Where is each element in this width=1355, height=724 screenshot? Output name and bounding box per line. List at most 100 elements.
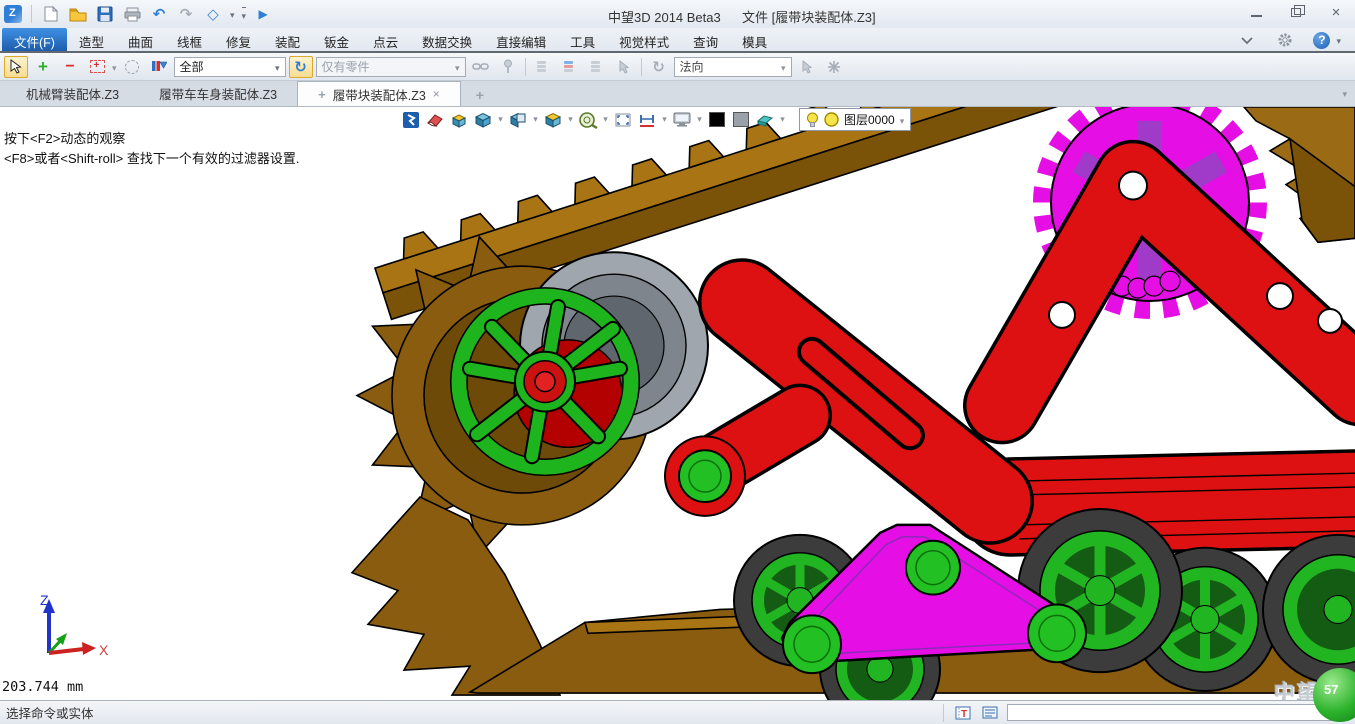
pick-box-caret-icon[interactable] bbox=[112, 60, 117, 74]
save-icon[interactable] bbox=[95, 4, 115, 24]
menu-direct-edit[interactable]: 直接编辑 bbox=[484, 28, 558, 51]
gray-swatch[interactable] bbox=[730, 109, 752, 131]
overlay-badge-value: 57 bbox=[1324, 682, 1338, 697]
view-manager-icon[interactable] bbox=[400, 109, 422, 131]
restore-button[interactable] bbox=[1283, 3, 1309, 21]
layer-caret-icon[interactable] bbox=[900, 113, 905, 127]
undo-icon[interactable] bbox=[149, 4, 169, 24]
measurement-readout: 203.744 mm bbox=[2, 679, 83, 695]
part-filter-icon[interactable] bbox=[147, 56, 171, 78]
window-title: 中望3D 2014 Beta3 bbox=[608, 7, 721, 26]
display-monitor-caret-icon[interactable] bbox=[695, 114, 704, 125]
menu-mold[interactable]: 模具 bbox=[730, 28, 779, 51]
zoom-magnifier-icon[interactable] bbox=[577, 109, 599, 131]
view-navigate-caret-icon[interactable] bbox=[230, 7, 235, 21]
3d-model[interactable] bbox=[0, 107, 1355, 700]
entity-filter-value: 仅有零件 bbox=[322, 58, 370, 75]
menu-tools[interactable]: 工具 bbox=[558, 28, 607, 51]
view-navigate-icon[interactable] bbox=[203, 4, 223, 24]
select-arrow-icon[interactable] bbox=[4, 56, 28, 78]
redo-icon[interactable] bbox=[176, 4, 196, 24]
visual-style-caret-icon[interactable] bbox=[566, 114, 575, 125]
layer-name: 图层0000 bbox=[844, 111, 895, 128]
help-caret-icon[interactable] bbox=[1336, 33, 1341, 47]
menu-pointcloud[interactable]: 点云 bbox=[361, 28, 410, 51]
close-button[interactable]: × bbox=[1323, 3, 1349, 21]
axis-x-label: X bbox=[99, 642, 109, 658]
pin-icon[interactable] bbox=[496, 56, 520, 78]
filter-scope-select[interactable]: 全部 bbox=[174, 57, 286, 77]
erase-icon[interactable] bbox=[424, 109, 446, 131]
entity-filter-select[interactable]: 仅有零件 bbox=[316, 57, 466, 77]
quick-access-toolbar bbox=[4, 4, 273, 24]
app-logo-icon[interactable] bbox=[4, 5, 22, 23]
display-monitor-icon[interactable] bbox=[671, 109, 693, 131]
toolbar-options-icon[interactable] bbox=[242, 7, 247, 22]
viewport-canvas[interactable]: 按下<F2>动态的观察 <F8>或者<Shift-roll> 查找下一个有效的过… bbox=[0, 107, 1355, 700]
menu-bar: 文件(F) 造型 曲面 线框 修复 装配 钣金 点云 数据交换 直接编辑 工具 … bbox=[0, 28, 1355, 53]
green-bolt[interactable] bbox=[679, 450, 731, 502]
menu-data-exchange[interactable]: 数据交换 bbox=[410, 28, 484, 51]
menu-wireframe[interactable]: 线框 bbox=[165, 28, 214, 51]
rotate-reuse-icon[interactable] bbox=[289, 56, 313, 78]
stack-plain-icon[interactable] bbox=[585, 56, 609, 78]
menu-file[interactable]: 文件(F) bbox=[2, 28, 67, 51]
menu-visual-style[interactable]: 视觉样式 bbox=[607, 28, 681, 51]
entity-filter-icon[interactable]: T bbox=[953, 704, 973, 721]
open-file-icon[interactable] bbox=[68, 4, 88, 24]
section-view-caret-icon[interactable] bbox=[531, 114, 540, 125]
eraser-3d-caret-icon[interactable] bbox=[778, 114, 787, 125]
black-swatch[interactable] bbox=[706, 109, 728, 131]
zoom-magnifier-caret-icon[interactable] bbox=[601, 114, 610, 125]
constraint-icon[interactable] bbox=[636, 109, 658, 131]
constraint-caret-icon[interactable] bbox=[660, 114, 669, 125]
pick-box-icon[interactable] bbox=[85, 56, 109, 78]
entity-filter-caret-icon bbox=[455, 60, 460, 74]
shaded-display-icon[interactable] bbox=[472, 109, 494, 131]
new-file-icon[interactable] bbox=[41, 4, 61, 24]
hint-line-1: 按下<F2>动态的观察 bbox=[4, 129, 299, 149]
status-bar: 选择命令或实体 T bbox=[0, 700, 1355, 724]
tab-cheshen[interactable]: 履带车车身装配体.Z3 bbox=[139, 81, 297, 106]
lasso-icon[interactable] bbox=[120, 56, 144, 78]
tab-label: 履带车车身装配体.Z3 bbox=[159, 84, 277, 103]
settings-gear-icon[interactable] bbox=[1275, 30, 1295, 50]
link-icon[interactable] bbox=[469, 56, 493, 78]
command-echo-icon[interactable] bbox=[980, 704, 1000, 721]
tab-close-icon[interactable]: × bbox=[433, 87, 440, 101]
burst-icon[interactable] bbox=[822, 56, 846, 78]
tab-ludaikuai-active[interactable]: + 履带块装配体.Z3 × bbox=[297, 81, 461, 106]
shaded-display-caret-icon[interactable] bbox=[496, 114, 505, 125]
continue-icon[interactable] bbox=[253, 4, 273, 24]
cursor-icon[interactable] bbox=[612, 56, 636, 78]
separator bbox=[943, 704, 944, 722]
add-select-icon[interactable] bbox=[31, 56, 55, 78]
eraser-3d-icon[interactable] bbox=[754, 109, 776, 131]
menu-surface[interactable]: 曲面 bbox=[116, 28, 165, 51]
menu-sheetmetal[interactable]: 钣金 bbox=[312, 28, 361, 51]
orientation-select[interactable]: 法向 bbox=[674, 57, 792, 77]
section-view-icon[interactable] bbox=[507, 109, 529, 131]
menu-shape[interactable]: 造型 bbox=[67, 28, 116, 51]
help-icon[interactable]: ? bbox=[1313, 32, 1330, 49]
menu-assembly[interactable]: 装配 bbox=[263, 28, 312, 51]
menu-inquire[interactable]: 查询 bbox=[681, 28, 730, 51]
orbit-icon[interactable] bbox=[647, 56, 671, 78]
zoom-extents-icon[interactable] bbox=[612, 109, 634, 131]
menu-repair[interactable]: 修复 bbox=[214, 28, 263, 51]
remove-select-icon[interactable] bbox=[58, 56, 82, 78]
layer-control[interactable]: 图层0000 bbox=[799, 108, 911, 131]
unfold-box-icon[interactable] bbox=[448, 109, 470, 131]
cursor-pick-icon[interactable] bbox=[795, 56, 819, 78]
document-tab-bar: 机械臂装配体.Z3 履带车车身装配体.Z3 + 履带块装配体.Z3 × + bbox=[0, 81, 1355, 107]
command-input[interactable] bbox=[1007, 704, 1349, 721]
expand-chevron-icon[interactable] bbox=[1237, 30, 1257, 50]
tab-overflow-caret-icon[interactable] bbox=[1342, 86, 1347, 100]
tab-jixiebi[interactable]: 机械臂装配体.Z3 bbox=[6, 81, 139, 106]
visual-style-cube-icon[interactable] bbox=[542, 109, 564, 131]
minimize-button[interactable] bbox=[1243, 3, 1269, 21]
stack-all-icon[interactable] bbox=[531, 56, 555, 78]
stack-colored-icon[interactable] bbox=[558, 56, 582, 78]
print-icon[interactable] bbox=[122, 4, 142, 24]
new-tab-button[interactable]: + bbox=[465, 84, 495, 106]
